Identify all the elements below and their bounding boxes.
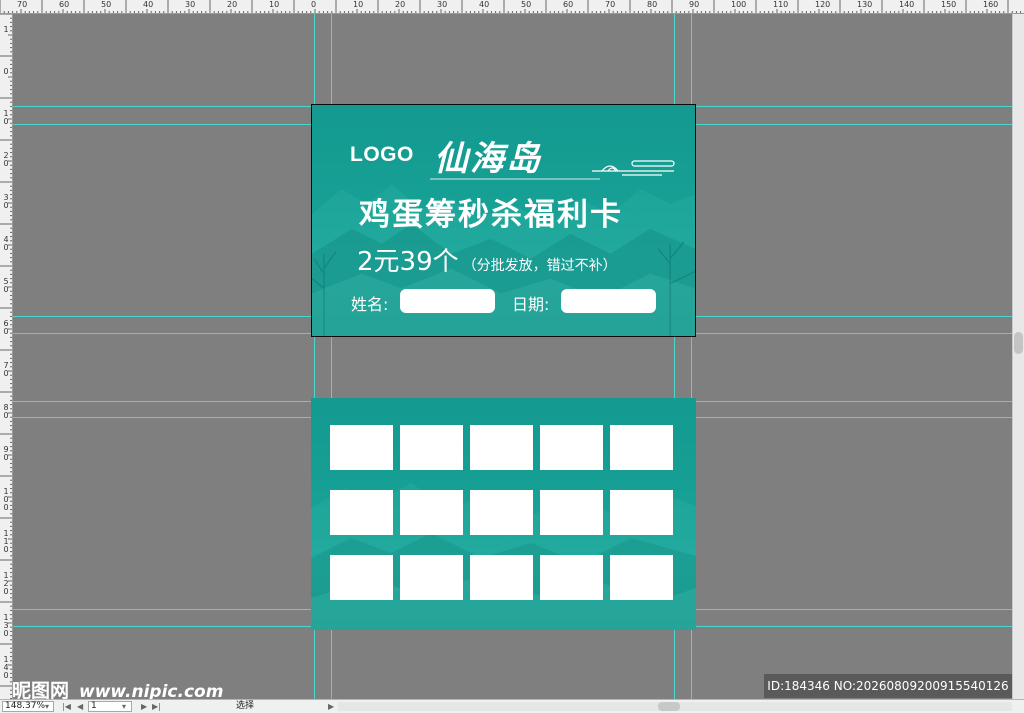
ruler-label: 130 xyxy=(857,0,873,9)
card-front[interactable]: LOGO 仙海岛 鸡蛋筹秒杀福利卡 2元39个 （分批发放，错过不补） 姓名: 日… xyxy=(311,104,696,337)
horizontal-scrollbar-thumb[interactable] xyxy=(658,702,680,711)
ruler-label: 5 0 xyxy=(3,277,9,294)
status-bar: 148.37% ▾ |◀ ◀ 1 ▾ ▶ ▶| 选择 ▶ xyxy=(0,699,1024,713)
first-page-icon[interactable]: |◀ xyxy=(62,701,71,712)
ruler-label: 90 xyxy=(689,0,700,9)
stamp-box[interactable] xyxy=(610,425,673,470)
ruler-label: 2 0 xyxy=(3,151,9,168)
status-arrow-icon[interactable]: ▶ xyxy=(328,701,334,712)
price-line: 2元39个 （分批发放，错过不补） xyxy=(357,241,617,278)
ruler-label: 30 xyxy=(437,0,448,9)
next-page-icon[interactable]: ▶ xyxy=(141,701,147,712)
vertical-scrollbar[interactable] xyxy=(1012,14,1024,699)
ruler-label: 7 0 xyxy=(3,361,9,378)
zoom-dropdown-icon[interactable]: ▾ xyxy=(45,701,49,712)
ruler-label: 10 xyxy=(353,0,364,9)
card-back[interactable] xyxy=(311,398,696,630)
stamp-box[interactable] xyxy=(330,425,393,470)
ruler-label: 20 xyxy=(227,0,238,9)
stamp-box[interactable] xyxy=(610,490,673,535)
stamp-box[interactable] xyxy=(400,425,463,470)
last-page-icon[interactable]: ▶| xyxy=(152,701,161,712)
ruler-label: 1 0 xyxy=(3,109,9,126)
ruler-label: 4 0 xyxy=(3,235,9,252)
stamp-box[interactable] xyxy=(470,425,533,470)
stamp-box[interactable] xyxy=(470,490,533,535)
ruler-label: 100 xyxy=(731,0,747,9)
ruler-label: 1 xyxy=(3,25,9,34)
ruler-label: 50 xyxy=(521,0,532,9)
ruler-label: 0 xyxy=(311,0,317,9)
horizontal-ruler[interactable]: 70 60 50 40 30 20 10 0 10 20 30 40 50 60 70 80 90 100 110 1… xyxy=(0,0,1024,14)
ruler-label: 8 0 xyxy=(3,403,9,420)
stamp-box[interactable] xyxy=(540,425,603,470)
ruler-label: 120 xyxy=(815,0,831,9)
cloud-ornament-icon xyxy=(592,160,675,176)
ruler-label: 6 0 xyxy=(3,319,9,336)
price-note: （分批发放，错过不补） xyxy=(462,258,617,274)
ruler-label: 1 2 0 xyxy=(3,571,9,596)
ruler-label: 50 xyxy=(101,0,112,9)
name-label: 姓名: xyxy=(351,295,389,314)
stamp-box[interactable] xyxy=(540,490,603,535)
ruler-label: 60 xyxy=(59,0,70,9)
name-field[interactable] xyxy=(400,289,495,313)
ruler-label: 3 0 xyxy=(3,193,9,210)
ruler-label: 70 xyxy=(605,0,616,9)
stamp-box[interactable] xyxy=(540,555,603,600)
ruler-label: 10 xyxy=(269,0,280,9)
ruler-label: 160 xyxy=(983,0,999,9)
logo-text: LOGO xyxy=(350,143,414,166)
stamp-box[interactable] xyxy=(470,555,533,600)
brand-title: 仙海岛 xyxy=(434,139,542,179)
stamp-grid xyxy=(330,425,673,600)
current-tool-label: 选择 xyxy=(236,701,255,711)
ruler-label: 80 xyxy=(647,0,658,9)
ruler-label: 1 1 0 xyxy=(3,529,9,554)
ruler-label: 1 0 0 xyxy=(3,487,9,512)
stamp-box[interactable] xyxy=(330,490,393,535)
vertical-ruler[interactable]: 1 0 1 0 2 0 3 0 4 0 5 0 6 0 7 0 8 0 9 0 1 0 0 1 1 0 1… xyxy=(0,14,13,699)
stamp-box[interactable] xyxy=(610,555,673,600)
ruler-label: 30 xyxy=(185,0,196,9)
date-label: 日期: xyxy=(512,295,550,314)
ruler-label: 70 xyxy=(17,0,28,9)
ruler-label: 1 4 0 xyxy=(3,655,9,680)
title-underline xyxy=(430,178,600,180)
prev-page-icon[interactable]: ◀ xyxy=(77,701,83,712)
ruler-label: 9 0 xyxy=(3,445,9,462)
ruler-label: 150 xyxy=(941,0,957,9)
price-text: 2元39个 xyxy=(357,247,459,277)
ruler-label: 0 xyxy=(3,67,9,76)
ruler-label: 20 xyxy=(395,0,406,9)
ruler-label: 60 xyxy=(563,0,574,9)
vertical-scrollbar-thumb[interactable] xyxy=(1014,332,1023,354)
ruler-label: 140 xyxy=(899,0,915,9)
stamp-box[interactable] xyxy=(330,555,393,600)
ruler-label: 40 xyxy=(143,0,154,9)
page-dropdown-icon[interactable]: ▾ xyxy=(122,701,126,712)
ruler-label: 1 3 0 xyxy=(3,613,9,638)
stamp-box[interactable] xyxy=(400,490,463,535)
card-main-title: 鸡蛋筹秒杀福利卡 xyxy=(359,197,623,233)
ruler-label: 40 xyxy=(479,0,490,9)
date-field[interactable] xyxy=(561,289,656,313)
stamp-box[interactable] xyxy=(400,555,463,600)
watermark-id: ID:184346 NO:20260809200915540126 xyxy=(764,674,1012,698)
ruler-label: 110 xyxy=(773,0,789,9)
